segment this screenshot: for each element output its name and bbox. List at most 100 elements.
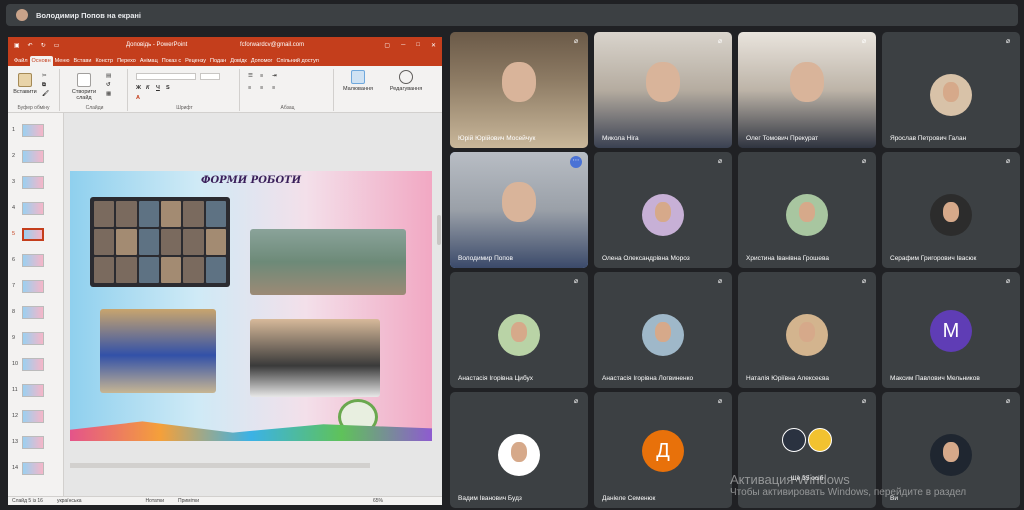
new-slide-button[interactable]: Створити слайд	[66, 73, 102, 101]
ribbon-display-icon[interactable]: ▢	[384, 42, 390, 49]
paste-button[interactable]: Вставити	[12, 73, 38, 95]
slide-thumbnail[interactable]: 8	[12, 303, 60, 321]
participant-tile[interactable]: ⌀ Ярослав Петрович Галан	[882, 32, 1020, 148]
status-notes[interactable]: Нотатки	[146, 498, 164, 504]
drawing-button[interactable]: Малювання	[338, 70, 378, 92]
document-title: Доповідь - PowerPoint	[126, 42, 188, 48]
font-color-button[interactable]: A	[136, 95, 140, 102]
participant-tile[interactable]: ⌀ Анастасія Ігорівна Цибух	[450, 272, 588, 388]
status-lang[interactable]: українська	[57, 498, 82, 504]
minimize-icon[interactable]: ─	[401, 42, 405, 49]
ribbon-tab[interactable]: Показ с	[160, 56, 183, 66]
scroll-thumb[interactable]	[437, 215, 441, 245]
paste-icon	[18, 73, 32, 87]
slide-thumbnail-image	[22, 201, 44, 215]
slide-thumbnail[interactable]: 1	[12, 121, 60, 139]
participant-name: Олена Олександрівна Мороз	[602, 255, 690, 262]
underline-button[interactable]: Ч	[156, 85, 160, 92]
participant-name: Максим Павлович Мельников	[890, 375, 980, 382]
participant-tile[interactable]: ⌀ Наталія Юріївна Алексеєва	[738, 272, 876, 388]
slide-thumbnail[interactable]: 10	[12, 355, 60, 373]
present-icon[interactable]: ▭	[54, 42, 60, 49]
participant-tile[interactable]: М ⌀ Максим Павлович Мельников	[882, 272, 1020, 388]
layout-icon[interactable]: ▤	[106, 73, 111, 80]
font-size-select[interactable]	[200, 73, 220, 80]
slide-thumbnail[interactable]: 4	[12, 199, 60, 217]
current-slide[interactable]: ФОРМИ РОБОТИ	[70, 171, 432, 441]
participant-tile[interactable]: ⌀ Олена Олександрівна Мороз	[594, 152, 732, 268]
slide-thumbnail-number: 9	[12, 335, 16, 341]
status-comments[interactable]: Примітки	[178, 498, 199, 504]
slide-thumbnail[interactable]: 6	[12, 251, 60, 269]
ribbon-tab[interactable]: Спільний доступ	[275, 56, 321, 66]
align-right-icon[interactable]: ≡	[272, 85, 275, 92]
more-options-icon[interactable]: ⋯	[570, 156, 582, 168]
activation-title: Активация Windows	[730, 472, 850, 487]
slide-thumbnail[interactable]: 13	[12, 433, 60, 451]
font-name-select[interactable]	[136, 73, 196, 80]
format-painter-icon[interactable]: 🖌	[42, 91, 49, 98]
align-left-icon[interactable]: ≡	[248, 85, 251, 92]
participant-tile[interactable]: ⌀ Анастасія Ігорівна Логвиненко	[594, 272, 732, 388]
participant-name: Анастасія Ігорівна Цибух	[458, 375, 534, 382]
participant-tile[interactable]: ⌀ Микола Ніга	[594, 32, 732, 148]
participant-tile[interactable]: ⌀ Юрій Юрійович Мосейчук	[450, 32, 588, 148]
avatar-face	[799, 322, 815, 342]
ribbon-tab[interactable]: Анімац	[138, 56, 160, 66]
editing-button[interactable]: Редагування	[386, 70, 426, 92]
slide-thumbnail[interactable]: 14	[12, 459, 60, 477]
participant-avatar	[498, 314, 540, 356]
ribbon-tab[interactable]: Встави	[72, 56, 94, 66]
cut-icon[interactable]: ✂	[42, 73, 47, 80]
ribbon-tab[interactable]: Основн	[29, 56, 53, 66]
slide-photo-outdoor	[250, 229, 406, 295]
slide-thumbnail[interactable]: 9	[12, 329, 60, 347]
status-zoom[interactable]: 65%	[373, 498, 383, 504]
ribbon-tab[interactable]: Констр	[93, 56, 115, 66]
participant-tile[interactable]: ⌀ Серафим Григорович Івасюк	[882, 152, 1020, 268]
ribbon-tab[interactable]: Подан	[208, 56, 228, 66]
participant-tile[interactable]: ⌀ Христина Іванівна Грошева	[738, 152, 876, 268]
italic-button[interactable]: К	[146, 85, 149, 92]
participant-face	[502, 182, 536, 222]
ribbon-tab[interactable]: Файл	[12, 56, 30, 66]
slide-thumbnail[interactable]: 7	[12, 277, 60, 295]
slide-thumbnail[interactable]: 3	[12, 173, 60, 191]
strikethrough-button[interactable]: S	[166, 85, 170, 92]
bullets-icon[interactable]: ☰	[248, 73, 253, 80]
participant-tile[interactable]: Д ⌀ Даніеле Семенюк	[594, 392, 732, 508]
slide-vertical-scrollbar[interactable]	[436, 125, 442, 485]
slide-thumbnail[interactable]: 2	[12, 147, 60, 165]
ribbon-tab[interactable]: Допомог	[249, 56, 275, 66]
maximize-icon[interactable]: □	[416, 42, 420, 49]
undo-icon[interactable]: ↶	[28, 42, 33, 49]
align-center-icon[interactable]: ≡	[260, 85, 263, 92]
slide-thumbnail[interactable]: 5	[12, 225, 60, 243]
account-email[interactable]: fcforwardcv@gmail.com	[240, 42, 304, 48]
slide-photo-cell	[161, 257, 182, 283]
copy-icon[interactable]: ⧉	[42, 82, 46, 89]
section-icon[interactable]: ▦	[106, 91, 111, 98]
drawing-label: Малювання	[342, 86, 373, 92]
slide-horizontal-scrollbar[interactable]	[70, 463, 370, 468]
ppt-title-bar: ▣ ↶ ↻ ▭ Доповідь - PowerPoint fcforwardc…	[8, 37, 442, 53]
ribbon-tab[interactable]: Рецензу	[183, 56, 208, 66]
quick-access-toolbar: ▣ ↶ ↻ ▭	[14, 42, 59, 49]
bold-button[interactable]: Ж	[136, 85, 141, 92]
slide-thumbnail-image	[22, 409, 44, 423]
ribbon-tab[interactable]: Довідк	[228, 56, 249, 66]
redo-icon[interactable]: ↻	[41, 42, 46, 49]
save-icon[interactable]: ▣	[14, 42, 20, 49]
numbering-icon[interactable]: ≡	[260, 73, 263, 80]
participant-tile[interactable]: ⌀ Вадим Іванович Будз	[450, 392, 588, 508]
close-icon[interactable]: ✕	[431, 42, 436, 49]
indent-icon[interactable]: ⇥	[272, 73, 277, 80]
reset-icon[interactable]: ↺	[106, 82, 111, 89]
participant-tile[interactable]: ⋯ Володимир Попов	[450, 152, 588, 268]
slide-thumbnail[interactable]: 12	[12, 407, 60, 425]
slide-thumbnail[interactable]: 11	[12, 381, 60, 399]
ribbon-tab[interactable]: Перехо	[115, 56, 138, 66]
slide-photo-cell	[138, 201, 159, 227]
ribbon-tab[interactable]: Меню	[53, 56, 72, 66]
participant-tile[interactable]: ⌀ Олег Томович Прекурат	[738, 32, 876, 148]
